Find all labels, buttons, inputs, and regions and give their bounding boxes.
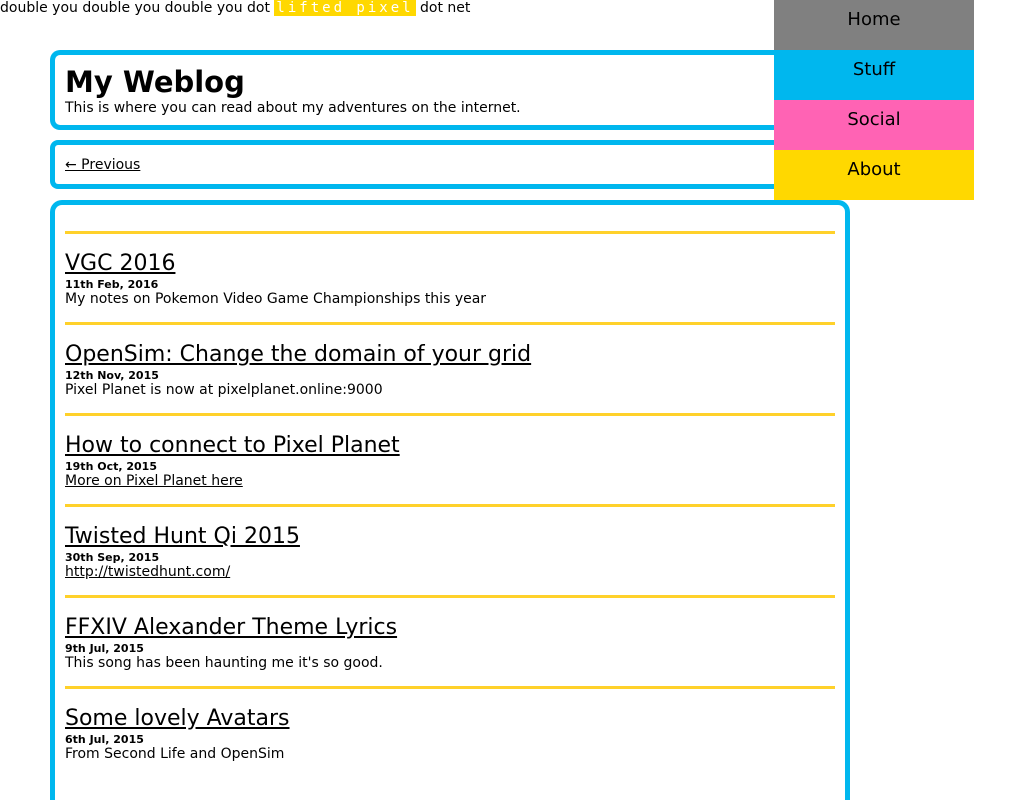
post-item: FFXIV Alexander Theme Lyrics 9th Jul, 20…: [65, 595, 835, 686]
post-date: 11th Feb, 2016: [65, 278, 159, 291]
post-summary: This song has been haunting me it's so g…: [65, 655, 383, 671]
post-summary: http://twistedhunt.com/: [65, 564, 835, 581]
post-summary-link[interactable]: More on Pixel Planet here: [65, 473, 243, 489]
post-summary: More on Pixel Planet here: [65, 473, 835, 490]
page-title: My Weblog: [65, 65, 245, 99]
post-summary: Pixel Planet is now at pixelplanet.onlin…: [65, 382, 383, 398]
post-item: OpenSim: Change the domain of your grid …: [65, 322, 835, 413]
post-summary: From Second Life and OpenSim: [65, 746, 285, 762]
domain-suffix: dot net: [420, 0, 471, 16]
post-title-link[interactable]: Some lovely Avatars: [65, 705, 290, 733]
post-date: 9th Jul, 2015: [65, 642, 144, 655]
post-title-link[interactable]: OpenSim: Change the domain of your grid: [65, 341, 531, 369]
page-subtitle: This is where you can read about my adve…: [65, 100, 521, 116]
post-item: How to connect to Pixel Planet 19th Oct,…: [65, 413, 835, 504]
post-date: 6th Jul, 2015: [65, 733, 144, 746]
post-title-link[interactable]: VGC 2016: [65, 250, 175, 278]
main-nav: Home Stuff Social About: [774, 0, 974, 200]
post-title-link[interactable]: Twisted Hunt Qi 2015: [65, 523, 300, 551]
nav-item-home[interactable]: Home: [774, 0, 974, 50]
site-domain-line: double you double you double you dot lif…: [0, 0, 470, 17]
post-list: VGC 2016 11th Feb, 2016 My notes on Poke…: [50, 200, 850, 800]
post-item: Twisted Hunt Qi 2015 30th Sep, 2015 http…: [65, 504, 835, 595]
post-item: Some lovely Avatars 6th Jul, 2015 From S…: [65, 686, 835, 777]
previous-page-link[interactable]: ← Previous: [65, 157, 140, 173]
post-title-link[interactable]: FFXIV Alexander Theme Lyrics: [65, 614, 397, 642]
pager: ← Previous: [50, 140, 810, 189]
domain-prefix: double you double you double you dot: [0, 0, 270, 16]
post-date: 30th Sep, 2015: [65, 551, 160, 564]
nav-item-social[interactable]: Social: [774, 100, 974, 150]
post-date: 12th Nov, 2015: [65, 369, 159, 382]
post-date: 19th Oct, 2015: [65, 460, 157, 473]
post-title-link[interactable]: How to connect to Pixel Planet: [65, 432, 400, 460]
post-summary-link[interactable]: http://twistedhunt.com/: [65, 564, 230, 580]
nav-item-about[interactable]: About: [774, 150, 974, 200]
brand-logo[interactable]: lifted pixel: [274, 0, 416, 16]
post-summary: My notes on Pokemon Video Game Champions…: [65, 291, 487, 307]
nav-item-stuff[interactable]: Stuff: [774, 50, 974, 100]
blog-header: My Weblog This is where you can read abo…: [50, 50, 810, 130]
post-item: VGC 2016 11th Feb, 2016 My notes on Poke…: [65, 231, 835, 322]
